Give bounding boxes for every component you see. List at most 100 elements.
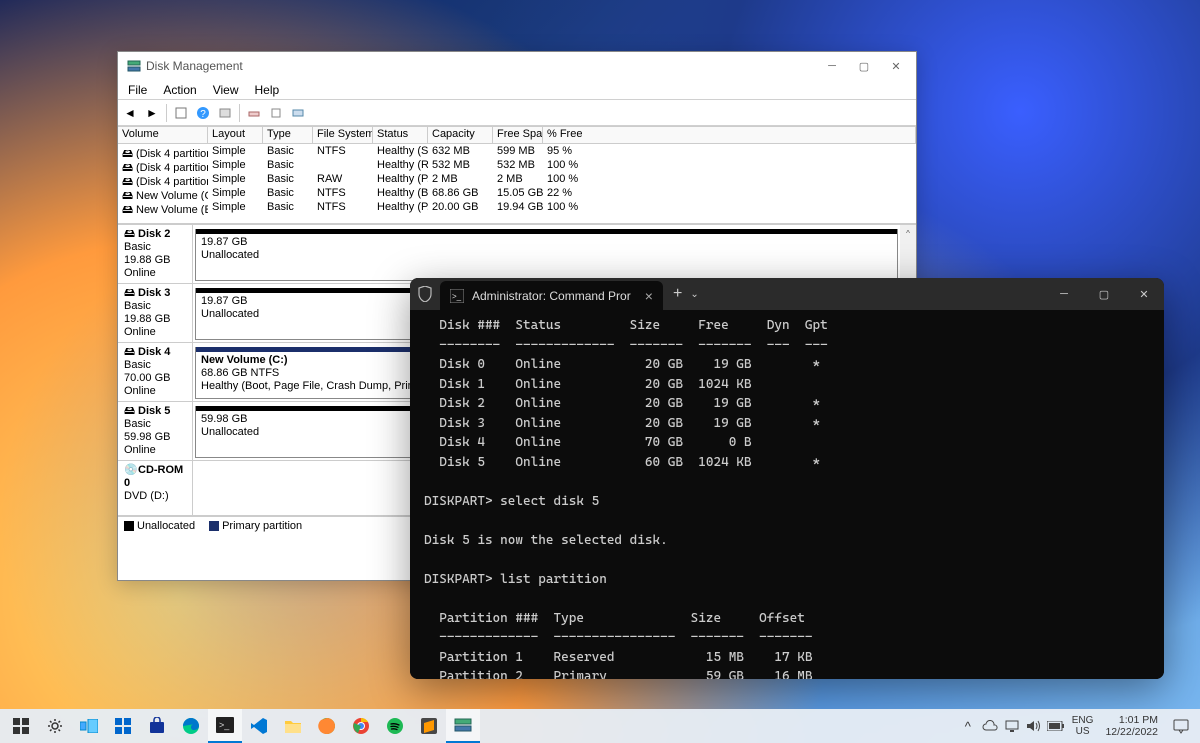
cell: 🖴(Disk 4 partition 4) bbox=[118, 173, 208, 187]
cell: NTFS bbox=[313, 201, 373, 215]
toolbar: ◄ ► ? bbox=[118, 100, 916, 126]
window-title: Disk Management bbox=[146, 59, 816, 73]
separator bbox=[239, 104, 240, 122]
maximize-button[interactable]: ▢ bbox=[848, 53, 880, 79]
legend-primary-label: Primary partition bbox=[222, 520, 302, 532]
notification-icon[interactable] bbox=[1166, 718, 1196, 734]
terminal-tab[interactable]: >_ Administrator: Command Pror × bbox=[440, 281, 663, 310]
col-volume[interactable]: Volume bbox=[118, 126, 208, 144]
disk-info: 🖴Disk 4Basic70.00 GBOnline bbox=[118, 343, 193, 401]
disk-row[interactable]: 🖴Disk 2Basic19.88 GBOnline19.87 GBUnallo… bbox=[118, 225, 900, 284]
vscode-icon[interactable] bbox=[242, 709, 276, 743]
task-view-icon[interactable] bbox=[72, 709, 106, 743]
widgets-icon[interactable] bbox=[106, 709, 140, 743]
cell: 532 MB bbox=[428, 159, 493, 173]
start-button[interactable] bbox=[4, 709, 38, 743]
cell: 🖴(Disk 4 partition 3) bbox=[118, 159, 208, 173]
tool-button-4[interactable] bbox=[288, 103, 308, 123]
volume-row[interactable]: 🖴(Disk 4 partition 3)SimpleBasicHealthy … bbox=[118, 159, 916, 173]
cell: 95 % bbox=[543, 145, 916, 159]
store-icon[interactable] bbox=[140, 709, 174, 743]
firefox-icon[interactable] bbox=[310, 709, 344, 743]
menu-file[interactable]: File bbox=[120, 81, 155, 99]
cell: Simple bbox=[208, 187, 263, 201]
col-type[interactable]: Type bbox=[263, 126, 313, 144]
language-indicator[interactable]: ENGUS bbox=[1068, 715, 1098, 737]
edge-icon[interactable] bbox=[174, 709, 208, 743]
cell: 20.00 GB bbox=[428, 201, 493, 215]
cell: Simple bbox=[208, 145, 263, 159]
cell: Healthy (P... bbox=[373, 173, 428, 187]
dm-titlebar[interactable]: Disk Management ─ ▢ ✕ bbox=[118, 52, 916, 80]
explorer-icon[interactable] bbox=[276, 709, 310, 743]
battery-icon[interactable] bbox=[1046, 709, 1066, 743]
onedrive-icon[interactable] bbox=[980, 709, 1000, 743]
col-free[interactable]: Free Spa... bbox=[493, 126, 543, 144]
term-maximize-button[interactable]: ▢ bbox=[1084, 278, 1124, 310]
term-close-button[interactable]: ✕ bbox=[1124, 278, 1164, 310]
col-pct[interactable]: % Free bbox=[543, 126, 916, 144]
cell: 100 % bbox=[543, 201, 916, 215]
terminal-titlebar[interactable]: >_ Administrator: Command Pror × +⌄ ─ ▢ … bbox=[410, 278, 1164, 310]
col-layout[interactable]: Layout bbox=[208, 126, 263, 144]
terminal-output[interactable]: Disk ### Status Size Free Dyn Gpt ------… bbox=[410, 310, 1164, 679]
tool-button-3[interactable] bbox=[266, 103, 286, 123]
network-icon[interactable] bbox=[1002, 709, 1022, 743]
cell: RAW bbox=[313, 173, 373, 187]
volume-row[interactable]: 🖴(Disk 4 partition 4)SimpleBasicRAWHealt… bbox=[118, 173, 916, 187]
disk-info: 🖴Disk 3Basic19.88 GBOnline bbox=[118, 284, 193, 342]
menu-view[interactable]: View bbox=[205, 81, 247, 99]
legend-unalloc-label: Unallocated bbox=[137, 520, 195, 532]
cell: Simple bbox=[208, 173, 263, 187]
cell: Healthy (R... bbox=[373, 159, 428, 173]
disk-info: 🖴Disk 5Basic59.98 GBOnline bbox=[118, 402, 193, 460]
cell: 632 MB bbox=[428, 145, 493, 159]
forward-button[interactable]: ► bbox=[142, 103, 162, 123]
cell: 100 % bbox=[543, 159, 916, 173]
shield-icon bbox=[410, 278, 440, 310]
cell: 19.94 GB bbox=[493, 201, 543, 215]
col-capacity[interactable]: Capacity bbox=[428, 126, 493, 144]
col-fs[interactable]: File System bbox=[313, 126, 373, 144]
close-button[interactable]: ✕ bbox=[880, 53, 912, 79]
chrome-icon[interactable] bbox=[344, 709, 378, 743]
tool-button-2[interactable] bbox=[244, 103, 264, 123]
clock[interactable]: 1:01 PM12/22/2022 bbox=[1099, 714, 1164, 738]
cell: Healthy (S... bbox=[373, 145, 428, 159]
new-tab-button[interactable]: +⌄ bbox=[671, 278, 701, 310]
sublime-icon[interactable] bbox=[412, 709, 446, 743]
settings-icon[interactable] bbox=[38, 709, 72, 743]
spotify-icon[interactable] bbox=[378, 709, 412, 743]
disk-mgmt-taskbar-icon[interactable] bbox=[446, 709, 480, 743]
back-button[interactable]: ◄ bbox=[120, 103, 140, 123]
refresh-button[interactable] bbox=[171, 103, 191, 123]
cell: Basic bbox=[263, 173, 313, 187]
cell: Simple bbox=[208, 159, 263, 173]
volume-row[interactable]: 🖴New Volume (E:)SimpleBasicNTFSHealthy (… bbox=[118, 201, 916, 215]
tool-button[interactable] bbox=[215, 103, 235, 123]
col-status[interactable]: Status bbox=[373, 126, 428, 144]
terminal-taskbar-icon[interactable]: >_ bbox=[208, 709, 242, 743]
cell: NTFS bbox=[313, 145, 373, 159]
disk-management-icon bbox=[126, 58, 142, 74]
volume-row[interactable]: 🖴New Volume (C:)SimpleBasicNTFSHealthy (… bbox=[118, 187, 916, 201]
minimize-button[interactable]: ─ bbox=[816, 53, 848, 79]
cell: 22 % bbox=[543, 187, 916, 201]
menu-action[interactable]: Action bbox=[155, 81, 204, 99]
tab-close-icon[interactable]: × bbox=[645, 288, 653, 304]
help-button[interactable]: ? bbox=[193, 103, 213, 123]
disk-info: 🖴Disk 2Basic19.88 GBOnline bbox=[118, 225, 193, 283]
cell: Basic bbox=[263, 187, 313, 201]
cell: 🖴New Volume (E:) bbox=[118, 201, 208, 215]
volume-row[interactable]: 🖴(Disk 4 partition 2)SimpleBasicNTFSHeal… bbox=[118, 145, 916, 159]
cell: 2 MB bbox=[428, 173, 493, 187]
tray-chevron-icon[interactable]: ^ bbox=[958, 709, 978, 743]
scroll-up-icon[interactable]: ^ bbox=[900, 225, 916, 241]
volume-icon[interactable] bbox=[1024, 709, 1044, 743]
term-minimize-button[interactable]: ─ bbox=[1044, 278, 1084, 310]
chevron-down-icon[interactable]: ⌄ bbox=[690, 289, 698, 300]
menu-help[interactable]: Help bbox=[247, 81, 288, 99]
unallocated-space[interactable]: 19.87 GBUnallocated bbox=[195, 229, 898, 281]
cell: 15.05 GB bbox=[493, 187, 543, 201]
cmd-icon: >_ bbox=[450, 289, 464, 303]
